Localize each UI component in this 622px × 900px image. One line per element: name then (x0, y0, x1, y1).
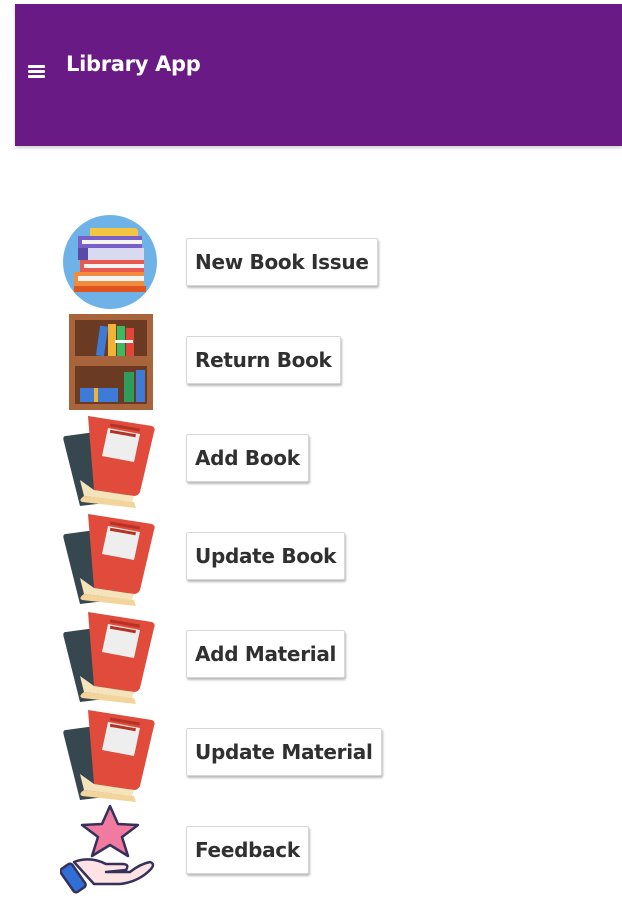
menu-item-add-book: Add Book (0, 410, 622, 508)
red-book-icon (60, 508, 160, 606)
add-material-button[interactable]: Add Material (186, 630, 346, 678)
star-hand-icon (60, 802, 160, 900)
menu-item-return-book: Return Book (0, 312, 622, 410)
red-book-icon (60, 410, 160, 508)
book-stack-icon (60, 214, 160, 312)
return-book-button[interactable]: Return Book (186, 336, 341, 384)
red-book-icon (60, 606, 160, 704)
add-book-button[interactable]: Add Book (186, 434, 309, 482)
menu-item-update-material: Update Material (0, 704, 622, 802)
bookshelf-icon (60, 312, 160, 410)
menu-item-feedback: Feedback (0, 802, 622, 900)
update-book-button[interactable]: Update Book (186, 532, 346, 580)
update-material-button[interactable]: Update Material (186, 728, 382, 776)
menu-item-new-book-issue: New Book Issue (0, 214, 622, 312)
feedback-button[interactable]: Feedback (186, 826, 309, 874)
menu-item-add-material: Add Material (0, 606, 622, 704)
menu-item-update-book: Update Book (0, 508, 622, 606)
menu-list: New Book Issue Return Book Add Book Upda… (0, 0, 622, 894)
new-book-issue-button[interactable]: New Book Issue (186, 238, 378, 286)
red-book-icon (60, 704, 160, 802)
